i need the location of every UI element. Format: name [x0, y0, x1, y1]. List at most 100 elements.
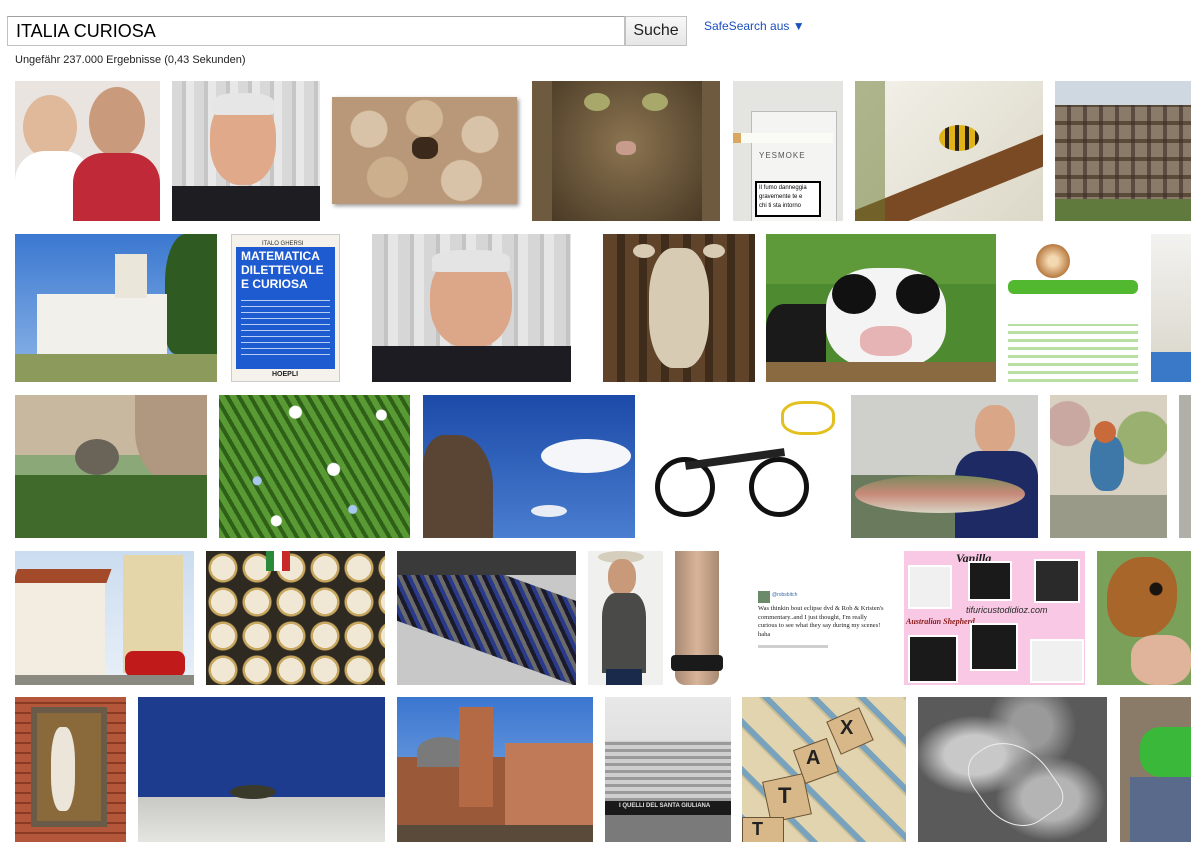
image-result-church[interactable] [397, 697, 593, 842]
stadium-banner: I QUELLI DEL SANTA GIULIANA [619, 803, 711, 809]
thumb-figure [749, 457, 809, 517]
thumb-figure [219, 395, 410, 538]
thumb-figure [15, 675, 194, 685]
thumb-figure [1130, 777, 1191, 842]
image-result-lizard[interactable] [138, 697, 385, 842]
image-result-bicycle[interactable] [645, 395, 840, 538]
thumb-figure [766, 362, 996, 382]
book-title-line: DILETTEVOLE [241, 263, 324, 277]
image-result-satellite-map[interactable] [918, 697, 1107, 842]
thumb-figure [138, 797, 385, 842]
image-result-footballers[interactable] [15, 81, 160, 221]
thumb-figure [855, 81, 885, 221]
image-result-chapel[interactable] [15, 234, 217, 382]
thumb-figure [1055, 199, 1191, 221]
thumb-figure [206, 551, 385, 685]
image-result-plates[interactable] [206, 551, 385, 685]
book-title-line: MATEMATICA [241, 249, 320, 263]
image-result-goat[interactable] [603, 234, 755, 382]
thumb-figure [15, 475, 207, 538]
image-result-villa[interactable] [15, 551, 194, 685]
thumb-figure [230, 785, 276, 799]
image-result-snail[interactable] [1008, 234, 1138, 382]
thumb-figure [172, 186, 320, 221]
image-result-man-grimace[interactable] [172, 81, 320, 221]
image-result-sky-statue[interactable] [423, 395, 635, 538]
thumb-figure [649, 248, 709, 368]
thumb-figure [616, 141, 636, 155]
image-result-man-grimace-large[interactable] [372, 234, 571, 382]
image-result-cigarettes[interactable]: YESMOKE Il fumo danneggia gravemente te … [733, 81, 843, 221]
image-result-scrabble[interactable]: T A X T [742, 697, 906, 842]
image-result-man-fish[interactable] [851, 395, 1038, 538]
thumb-figure [412, 137, 438, 159]
thumb-figure [1008, 324, 1138, 382]
scrabble-tile-letter: X [840, 717, 854, 739]
thumb-figure [896, 274, 940, 314]
thumb-figure [642, 93, 668, 111]
scrabble-tile-letter: A [806, 747, 821, 769]
image-result-crowd[interactable] [397, 551, 576, 685]
thumb-figure [855, 475, 1025, 513]
thumb-figure [939, 125, 979, 151]
thumb-figure [703, 244, 725, 258]
thumb-figure [606, 669, 642, 685]
cigarette-warning-line: chi ti sta intorno [759, 203, 802, 209]
thumb-figure [1107, 557, 1177, 637]
cigarette-warning-line: Il fumo danneggia [759, 185, 807, 191]
image-result-daisies[interactable] [219, 395, 410, 538]
thumb-figure [733, 133, 833, 143]
thumb-figure [89, 87, 145, 157]
image-result-man-hat[interactable] [588, 551, 663, 685]
image-result-building[interactable] [1055, 81, 1191, 221]
thumb-figure [671, 655, 723, 671]
image-result-book[interactable]: ITALO GHERSI MATEMATICA DILETTEVOLE E CU… [231, 234, 340, 382]
image-result-rock-garden[interactable] [15, 395, 207, 538]
thumb-figure [1055, 105, 1191, 211]
thumb-figure [1151, 352, 1191, 382]
thumb-figure [633, 244, 655, 258]
thumb-figure [1090, 435, 1124, 491]
thumb-figure [115, 254, 147, 298]
thumb-figure [908, 635, 958, 683]
image-result-stadium[interactable]: I QUELLI DEL SANTA GIULIANA [605, 697, 731, 842]
thumb-figure [1050, 495, 1167, 538]
image-result-sheep[interactable] [332, 97, 517, 204]
image-result-wasp[interactable] [855, 81, 1043, 221]
thumb-figure [531, 505, 567, 517]
thumb-figure [975, 405, 1015, 455]
thumb-figure [742, 817, 784, 842]
image-result-butterfly[interactable] [1097, 551, 1191, 685]
image-result-tweet[interactable]: @robsbitch Was thinkin bout eclipse dvd … [742, 551, 892, 685]
thumb-figure [165, 234, 217, 354]
thumb-figure [266, 551, 290, 571]
thumb-figure [51, 727, 75, 811]
thumb-figure [1131, 635, 1191, 685]
thumb-figure [584, 93, 610, 111]
image-result-statue-window[interactable] [15, 697, 126, 842]
image-result-partial-row2[interactable] [1151, 234, 1191, 382]
puppies-subtitle: Australian Shepherd [906, 617, 975, 626]
thumb-figure [212, 93, 274, 115]
image-result-painting-girl[interactable] [1050, 395, 1167, 538]
book-publisher: HOEPLI [272, 371, 299, 378]
thumb-figure [1140, 727, 1191, 777]
thumb-figure [1034, 559, 1080, 603]
puppies-site: tifuricustodidioz.com [966, 605, 1048, 615]
image-result-partial-row5[interactable] [1120, 697, 1191, 842]
image-result-cat[interactable] [532, 81, 720, 221]
thumb-figure [75, 439, 119, 475]
thumb-figure [397, 551, 576, 575]
thumb-figure [605, 741, 731, 801]
thumb-figure [1030, 639, 1084, 683]
image-result-puppies[interactable]: Vanilla tifuricustodidioz.com Australian… [904, 551, 1085, 685]
image-result-tattoo[interactable] [663, 551, 730, 685]
thumb-figure [37, 294, 167, 356]
thumb-figure [23, 95, 77, 159]
thumb-figure [758, 645, 828, 648]
thumb-figure [860, 326, 912, 356]
thumb-figure [1036, 244, 1070, 278]
image-result-cow[interactable] [766, 234, 996, 382]
scrabble-tile-letter: T [752, 819, 763, 839]
image-result-partial-row3[interactable] [1179, 395, 1191, 538]
